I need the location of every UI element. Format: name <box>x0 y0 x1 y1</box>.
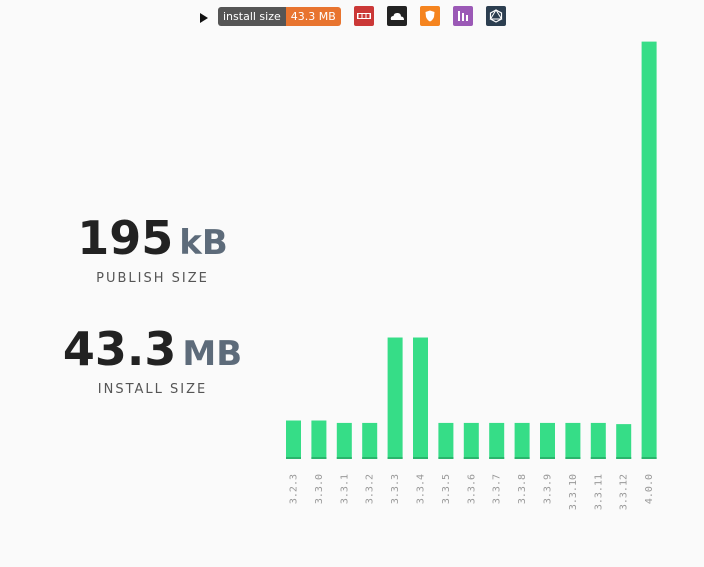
bar-base-3.3.6 <box>463 457 479 459</box>
x-tick-label: 3.2.3 <box>289 474 300 504</box>
bar-base-4.0.0 <box>641 457 657 459</box>
bar-base-3.3.7 <box>489 457 505 459</box>
bar-base-3.3.11 <box>590 457 606 459</box>
x-tick-label: 3.3.10 <box>568 474 579 510</box>
bar-3.2.3[interactable] <box>286 420 301 459</box>
package-size-page: install size 43.3 MB 195 kB PUBLISH SIZE… <box>0 0 704 567</box>
x-tick-label: 3.3.2 <box>365 474 376 504</box>
bar-base-3.3.10 <box>565 457 581 459</box>
x-tick-label: 3.3.8 <box>517 474 528 504</box>
bar-3.3.1[interactable] <box>336 422 352 459</box>
x-tick-label: 3.3.11 <box>593 474 604 510</box>
bar-3.3.10[interactable] <box>565 422 581 459</box>
x-tick-label: 3.3.7 <box>492 474 503 504</box>
x-tick-label: 4.0.0 <box>644 474 655 504</box>
x-tick-label: 3.3.4 <box>416 474 427 504</box>
bar-3.3.5[interactable] <box>438 422 454 459</box>
bar-base-3.3.12 <box>616 457 632 459</box>
bar-3.3.2[interactable] <box>362 422 378 459</box>
bar-3.3.3[interactable] <box>387 337 403 459</box>
x-tick-label: 3.3.3 <box>390 474 401 504</box>
bar-4.0.0[interactable] <box>641 41 657 459</box>
x-tick-label: 3.3.12 <box>619 474 630 510</box>
x-tick-label: 3.3.9 <box>543 474 554 504</box>
bar-base-3.3.0 <box>311 457 327 459</box>
bar-3.3.12[interactable] <box>616 424 632 459</box>
bar-base-3.3.2 <box>362 457 378 459</box>
x-tick-label: 3.3.5 <box>441 474 452 504</box>
bar-3.3.8[interactable] <box>514 422 530 459</box>
x-tick-label: 3.3.1 <box>339 474 350 504</box>
bar-base-3.3.3 <box>387 457 403 459</box>
bar-3.3.4[interactable] <box>413 337 428 459</box>
bar-3.3.0[interactable] <box>311 420 327 459</box>
x-tick-label: 3.3.0 <box>314 474 325 504</box>
x-tick-label: 3.3.6 <box>466 474 477 504</box>
bar-base-3.3.5 <box>438 457 454 459</box>
bar-3.3.9[interactable] <box>540 422 555 459</box>
bar-base-3.3.8 <box>514 457 530 459</box>
bar-base-3.3.9 <box>540 457 555 459</box>
bar-base-3.3.4 <box>413 457 428 459</box>
bar-3.3.7[interactable] <box>489 422 505 459</box>
bar-base-3.2.3 <box>286 457 301 459</box>
version-size-bar-chart: 3.2.3 3.3.0 3.3.1 3.3.2 3.3.3 3.3.4 3.3.5 3.3.6… <box>286 41 657 510</box>
bar-base-3.3.1 <box>336 457 352 459</box>
bar-3.3.6[interactable] <box>463 422 479 459</box>
bar-3.3.11[interactable] <box>590 422 606 459</box>
